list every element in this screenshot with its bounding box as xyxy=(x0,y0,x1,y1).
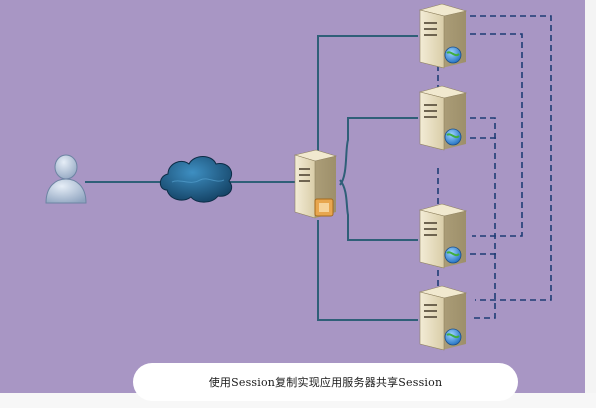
user-icon xyxy=(45,154,87,204)
app-server-1 xyxy=(418,3,468,69)
network-lines xyxy=(85,35,418,321)
cloud-icon xyxy=(159,156,233,203)
app-server-4 xyxy=(418,285,468,351)
app-server-2 xyxy=(418,85,468,151)
diagram-caption: 使用Session复制实现应用服务器共享Session xyxy=(133,363,518,401)
server-with-lock-icon xyxy=(293,149,338,219)
app-server-3 xyxy=(418,203,468,269)
architecture-diagram xyxy=(45,3,552,351)
